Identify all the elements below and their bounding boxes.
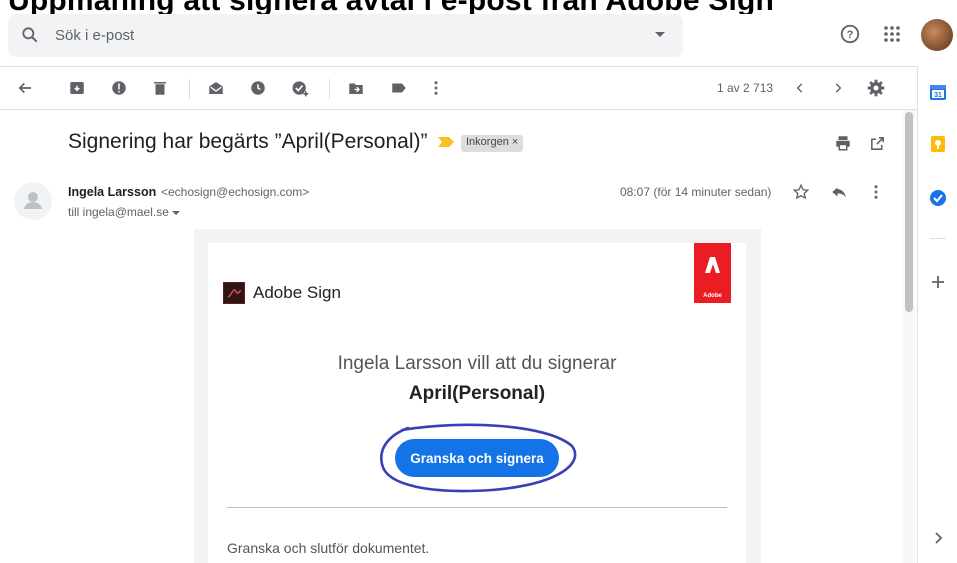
rail-divider [930,238,946,239]
search-options-icon[interactable] [655,32,665,37]
help-icon[interactable]: ? [838,22,862,46]
recipient-line[interactable]: till ingela@mael.se [68,205,181,219]
recipient-details-icon[interactable] [172,210,181,215]
archive-icon[interactable] [66,77,88,99]
search-icon[interactable] [20,25,40,45]
document-name: April(Personal) [408,383,546,404]
hand-drawn-circle-annotation [380,423,577,493]
person-icon [24,192,42,209]
add-task-icon[interactable] [289,77,311,99]
more-options-icon[interactable] [865,181,887,203]
tasks-icon[interactable] [928,188,948,208]
email-subject: Signering har begärts ”April(Personal)” [68,130,428,153]
body-divider [227,507,727,508]
recipient-text: till ingela@mael.se [68,205,169,219]
delete-icon[interactable] [149,77,171,99]
snooze-icon[interactable] [247,77,269,99]
avatar[interactable] [921,19,953,51]
print-icon[interactable] [832,132,854,154]
scrollbar-thumb[interactable] [905,112,913,312]
open-new-window-icon[interactable] [866,132,888,154]
adobe-logo: Adobe [694,243,731,303]
label-icon[interactable] [388,77,410,99]
apps-icon[interactable] [880,22,904,46]
reply-icon[interactable] [828,181,850,203]
adobe-a-icon [705,257,720,273]
plus-icon[interactable] [928,272,948,292]
prev-icon[interactable] [789,77,811,99]
pager-text: 1 av 2 713 [717,81,774,95]
expand-icon[interactable] [928,528,948,548]
brand-name: Adobe Sign [253,283,341,302]
instruction-text: Granska och slutför dokumentet. [227,540,430,556]
settings-icon[interactable] [865,77,887,99]
email-timestamp: 08:07 (för 14 minuter sedan) [620,185,772,199]
toolbar-divider [189,79,190,99]
adobe-sign-logo-icon [223,282,245,304]
toolbar-divider [329,79,330,99]
caption-strip: Uppmaning att signera avtal i e-post fra… [0,0,957,14]
move-icon[interactable] [345,77,367,99]
scrollbar[interactable] [903,110,915,563]
sender-email: <echosign@echosign.com> [161,185,310,199]
search-input[interactable]: Sök i e-post [55,27,134,44]
signing-invitation: Ingela Larsson vill att du signerar [337,353,617,374]
message-toolbar: 1 av 2 713 [0,66,917,110]
side-panel: 31 [917,66,957,563]
calendar-icon[interactable]: 31 [928,82,948,102]
keep-icon[interactable] [928,134,948,154]
star-icon[interactable] [790,181,812,203]
svg-text:?: ? [847,29,854,41]
sender-avatar[interactable] [14,182,52,220]
back-icon[interactable] [14,77,36,99]
search-bar[interactable]: Sök i e-post [8,14,683,57]
adobe-logo-text: Adobe [703,293,722,299]
important-marker-icon[interactable] [438,137,454,147]
inbox-label-chip[interactable]: Inkorgen × [461,135,524,152]
svg-text:31: 31 [934,92,942,99]
sender-name: Ingela Larsson [68,185,157,199]
more-icon[interactable] [425,77,447,99]
caption-text: Uppmaning att signera avtal i e-post fra… [8,0,774,14]
next-icon[interactable] [827,77,849,99]
spam-icon[interactable] [108,77,130,99]
mark-unread-icon[interactable] [205,77,227,99]
